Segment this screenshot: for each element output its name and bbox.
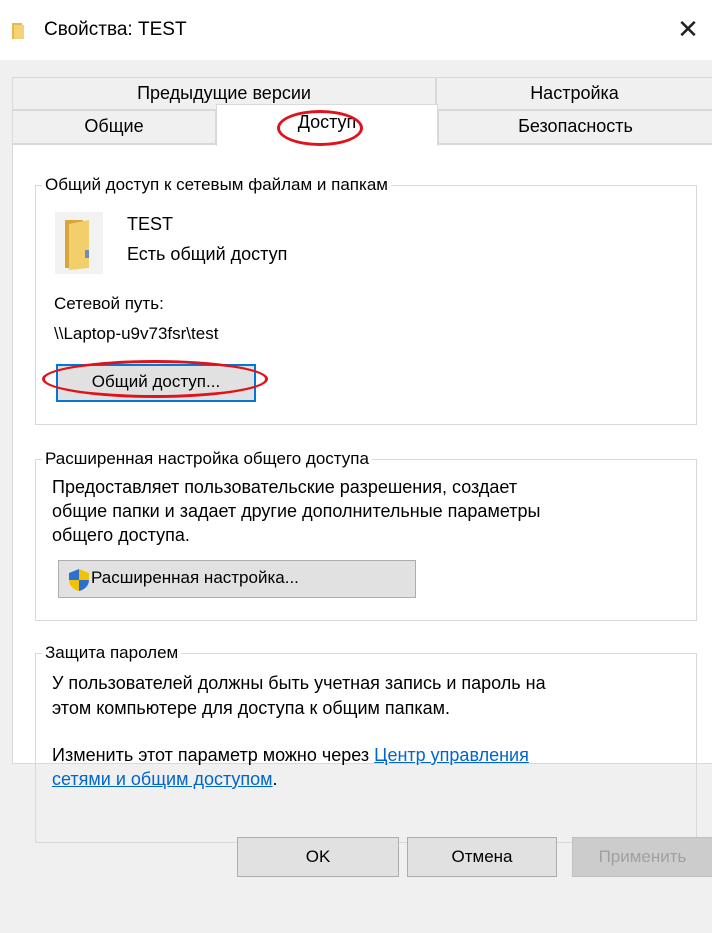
tab-security[interactable]: Безопасность [438,110,712,144]
share-button[interactable]: Общий доступ... [56,364,256,402]
network-center-link-part-1[interactable]: Центр управления [374,745,529,765]
folder-name: TEST [127,214,174,234]
advanced-description-line-2: общие папки и задает другие дополнительн… [52,501,541,521]
tab-sharing[interactable]: Доступ [216,104,438,146]
group-caption: Расширенная настройка общего доступа [42,447,372,471]
advanced-description-line-3: общего доступа. [52,525,190,545]
change-setting-line-2: сетями и общим доступом. [52,767,278,791]
network-path-label: Сетевой путь: [54,294,164,313]
shared-folder-icon [55,212,103,274]
password-description-line-1: У пользователей должны быть учетная запи… [52,673,546,693]
change-setting-line: Изменить этот параметр можно через Центр… [52,743,529,767]
tab-label: Предыдущие версии [137,83,311,103]
group-caption: Общий доступ к сетевым файлам и папкам [42,173,391,197]
tab-panel-sharing: Общий доступ к сетевым файлам и папкам T… [12,144,712,843]
group-caption: Защита паролем [42,641,182,665]
title-bar: Свойства: TEST ✕ [0,0,712,60]
password-protection-group: Защита паролем У пользователей должны бы… [35,641,697,843]
change-setting-text: Изменить этот параметр можно через [52,745,375,765]
advanced-description-line-1: Предоставляет пользовательские разрешени… [52,477,518,497]
network-center-link-part-2[interactable]: сетями и общим доступом [52,769,273,789]
tab-customize[interactable]: Настройка [436,77,712,110]
uac-shield-icon [69,569,89,591]
ok-button-label: OK [305,847,331,866]
ok-button[interactable]: OK [237,837,399,877]
link-suffix: . [272,769,278,789]
advanced-sharing-button[interactable]: Расширенная настройка... [58,560,416,598]
tab-label: Настройка [530,83,619,103]
advanced-sharing-button-label: Расширенная настройка... [91,568,299,587]
tab-general[interactable]: Общие [12,110,216,144]
apply-button[interactable]: Применить [572,837,712,877]
network-path-value: \\Laptop-u9v73fsr\test [54,324,219,343]
folder-icon [12,23,24,39]
close-button[interactable]: ✕ [668,10,708,50]
cancel-button[interactable]: Отмена [407,837,557,877]
password-description-line-2: этом компьютере для доступа к общим папк… [52,698,451,718]
window-title: Свойства: TEST [44,19,187,40]
apply-button-label: Применить [598,847,687,866]
tab-label: Безопасность [518,116,633,136]
close-icon: ✕ [677,15,699,45]
sharing-status: Есть общий доступ [127,244,288,264]
network-sharing-group: Общий доступ к сетевым файлам и папкам T… [35,173,697,425]
advanced-sharing-group: Расширенная настройка общего доступа Пре… [35,447,697,621]
share-button-label: Общий доступ... [91,372,221,391]
cancel-button-label: Отмена [451,847,513,866]
tab-label: Общие [84,116,144,136]
tab-label: Доступ [297,112,357,132]
